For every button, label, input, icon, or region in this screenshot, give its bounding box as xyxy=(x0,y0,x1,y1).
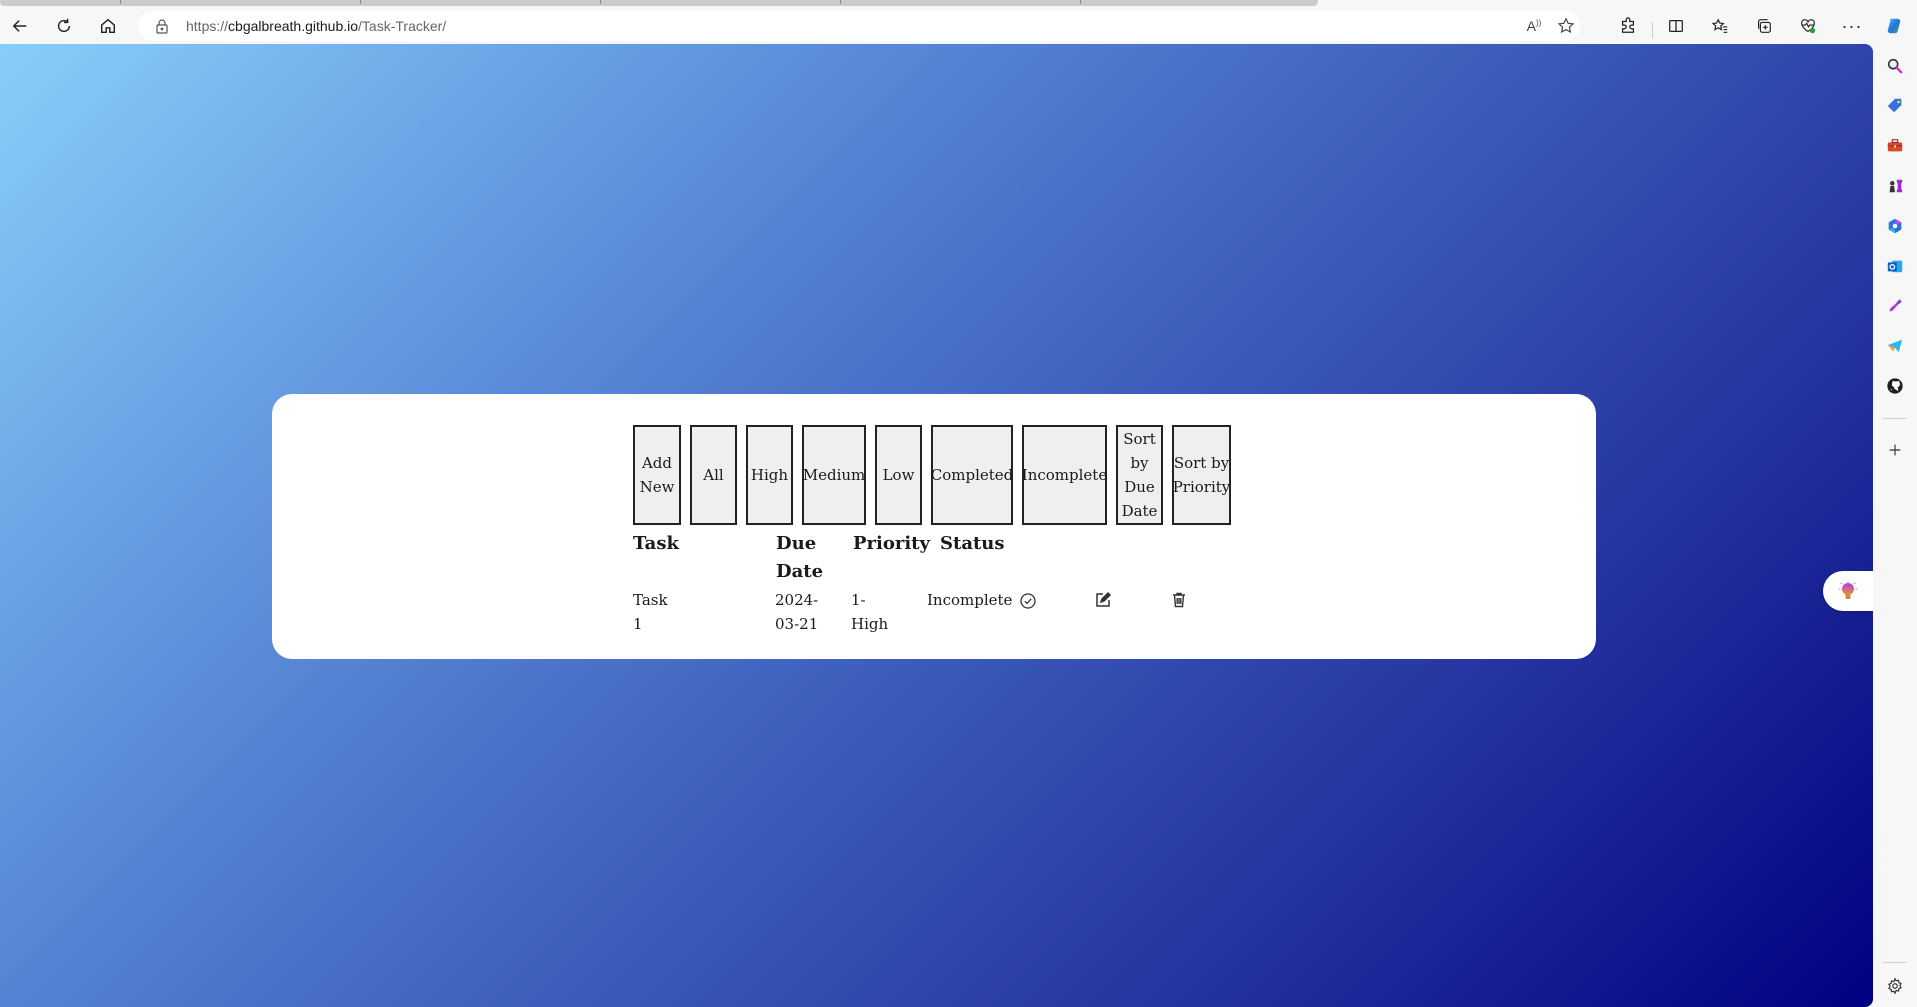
sidebar-tools-button[interactable] xyxy=(1885,136,1905,156)
home-button[interactable] xyxy=(94,12,122,40)
extensions-icon xyxy=(1621,17,1635,33)
task-priority: 1-High xyxy=(851,591,889,633)
sidebar-shopping-button[interactable] xyxy=(1885,96,1905,116)
sidebar-settings-button[interactable] xyxy=(1885,976,1905,996)
header-task: Task xyxy=(633,533,679,554)
copilot-button[interactable] xyxy=(1880,12,1908,40)
mark-complete-button[interactable] xyxy=(1019,592,1037,610)
sidebar-divider xyxy=(1883,418,1907,419)
collections-icon xyxy=(1758,19,1771,33)
settings-icon xyxy=(1888,977,1902,995)
copilot-icon xyxy=(1887,18,1901,34)
more-icon: ··· xyxy=(1841,15,1863,36)
favorites-icon xyxy=(1711,18,1728,33)
task-tracker-card: Add New All High Medium Low Completed In… xyxy=(272,394,1596,659)
lightbulb-icon xyxy=(1839,581,1857,599)
address-bar[interactable]: https://cbgalbreath.github.io/Task-Track… xyxy=(138,11,1580,41)
arrow-left-icon xyxy=(12,20,27,32)
filter-toolbar: Add New All High Medium Low Completed In… xyxy=(633,425,1231,525)
browser-toolbar: https://cbgalbreath.github.io/Task-Track… xyxy=(0,8,1917,44)
microsoft-365-icon xyxy=(1888,218,1902,234)
more-button[interactable]: ··· xyxy=(1838,12,1866,40)
page-viewport: Add New All High Medium Low Completed In… xyxy=(0,44,1873,1007)
header-status: Status xyxy=(940,533,1005,554)
split-screen-icon xyxy=(1669,19,1683,33)
refresh-button[interactable] xyxy=(50,12,78,40)
edit-button[interactable] xyxy=(1094,591,1112,609)
tab-strip xyxy=(0,0,1917,8)
delete-button[interactable] xyxy=(1170,591,1188,609)
outlook-icon xyxy=(1887,260,1903,273)
filter-medium-button[interactable]: Medium xyxy=(802,425,866,525)
designer-icon xyxy=(1889,298,1903,312)
filter-completed-button[interactable]: Completed xyxy=(931,425,1013,525)
favorite-button[interactable] xyxy=(1556,16,1576,36)
github-icon xyxy=(1887,378,1903,394)
filter-high-button[interactable]: High xyxy=(746,425,793,525)
refresh-icon xyxy=(57,18,71,33)
shopping-tag-icon xyxy=(1887,98,1902,113)
sidebar-games-button[interactable] xyxy=(1885,176,1905,196)
tools-icon xyxy=(1887,139,1903,152)
toolbar-divider xyxy=(1652,22,1653,38)
back-button[interactable] xyxy=(6,12,34,40)
read-aloud-button[interactable]: A)) xyxy=(1524,16,1544,36)
browser-essentials-button[interactable] xyxy=(1794,12,1822,40)
sidebar-github-button[interactable] xyxy=(1885,376,1905,396)
sort-due-date-button[interactable]: Sort by Due Date xyxy=(1116,425,1163,525)
search-icon xyxy=(1887,58,1903,74)
check-circle-icon xyxy=(1020,593,1036,609)
games-icon xyxy=(1889,179,1903,193)
favorites-button[interactable] xyxy=(1706,12,1734,40)
header-priority: Priority xyxy=(853,533,930,554)
sidebar-add-button[interactable] xyxy=(1885,440,1905,460)
url-text[interactable]: https://cbgalbreath.github.io/Task-Track… xyxy=(186,18,446,34)
task-status: Incomplete xyxy=(927,591,1013,609)
task-due-date: 2024-03-21 xyxy=(775,591,819,633)
sidebar-outlook-button[interactable] xyxy=(1885,256,1905,276)
floating-assistant-button[interactable] xyxy=(1823,571,1873,611)
filter-low-button[interactable]: Low xyxy=(875,425,922,525)
filter-incomplete-button[interactable]: Incomplete xyxy=(1022,425,1107,525)
sidebar-m365-button[interactable] xyxy=(1885,216,1905,236)
home-icon xyxy=(100,18,116,34)
trash-icon xyxy=(1173,592,1185,608)
telegram-icon xyxy=(1887,339,1903,353)
filter-all-button[interactable]: All xyxy=(690,425,737,525)
read-aloud-icon: A)) xyxy=(1526,18,1542,34)
header-due-date: Due Date xyxy=(776,533,824,582)
collections-button[interactable] xyxy=(1750,12,1778,40)
sidebar-search-button[interactable] xyxy=(1885,56,1905,76)
add-icon xyxy=(1889,444,1901,456)
split-screen-button[interactable] xyxy=(1662,12,1690,40)
add-new-button[interactable]: Add New xyxy=(633,425,681,525)
edit-icon xyxy=(1096,591,1112,607)
sidebar-designer-button[interactable] xyxy=(1885,296,1905,316)
favorite-star-icon xyxy=(1557,17,1575,34)
tabs-bar[interactable] xyxy=(0,0,1318,6)
sort-priority-button[interactable]: Sort by Priority xyxy=(1172,425,1231,525)
edge-sidebar xyxy=(1873,44,1917,1007)
lock-icon[interactable] xyxy=(154,18,170,34)
extensions-button[interactable] xyxy=(1614,12,1642,40)
task-name: Task 1 xyxy=(633,591,668,633)
sidebar-telegram-button[interactable] xyxy=(1885,336,1905,356)
browser-essentials-icon xyxy=(1801,19,1816,34)
sidebar-divider-bottom xyxy=(1883,962,1907,963)
